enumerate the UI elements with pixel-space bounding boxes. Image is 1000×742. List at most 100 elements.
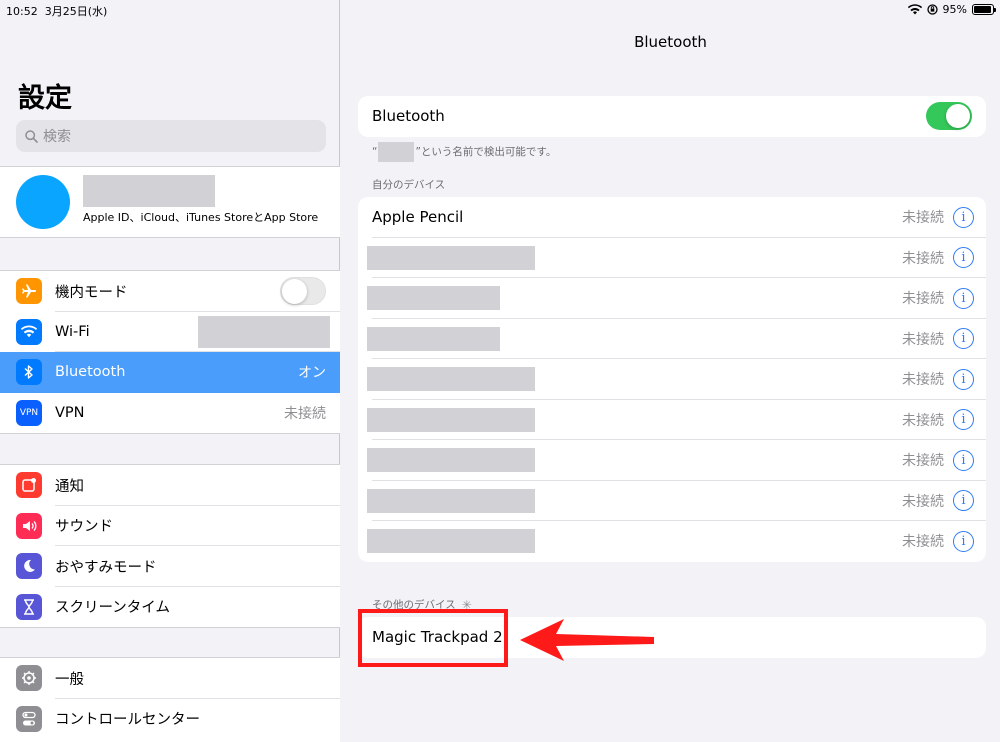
sidebar-item-label: サウンド	[55, 519, 113, 536]
device-status: 未接続	[902, 372, 944, 389]
general-group: 一般 コントロールセンター	[0, 657, 340, 742]
airplane-mode-toggle[interactable]	[280, 277, 326, 306]
hourglass-icon	[16, 593, 42, 620]
sidebar-item-label: Bluetooth	[55, 364, 126, 381]
vpn-icon: VPN	[16, 399, 42, 426]
redacted-device-name	[378, 142, 415, 162]
redacted-device-name	[367, 367, 535, 391]
redacted-device-name	[367, 448, 535, 472]
info-icon[interactable]: i	[953, 449, 974, 471]
redacted-wifi-name	[198, 315, 330, 348]
redacted-device-name	[367, 407, 535, 432]
device-row[interactable]: 未接続 i	[358, 238, 986, 278]
status-time: 10:52 3月25日(水)	[6, 5, 108, 18]
device-name: Apple Pencil	[372, 208, 464, 227]
red-arrow-icon	[520, 619, 654, 661]
device-status: 未接続	[902, 250, 944, 267]
page-title: Bluetooth	[634, 33, 707, 51]
sound-icon	[16, 512, 42, 539]
connectivity-group: 機内モード Wi-Fi Bluetooth オン VPN VPN 未接続	[0, 270, 340, 434]
sidebar-item-screen-time[interactable]: スクリーンタイム	[0, 587, 340, 628]
notifications-group: 通知 サウンド おやすみモード スクリーンタイム	[0, 464, 340, 628]
sidebar-item-label: VPN	[55, 404, 85, 421]
device-row[interactable]: 未接続 i	[358, 440, 986, 481]
wifi-icon	[16, 318, 42, 345]
sidebar-item-label: 一般	[55, 671, 84, 688]
status-bar: 10:52 3月25日(水) 95%	[0, 0, 1000, 20]
redacted-device-name	[367, 286, 500, 310]
info-icon[interactable]: i	[953, 368, 974, 390]
highlight-box	[358, 609, 508, 667]
info-icon[interactable]: i	[953, 490, 974, 512]
settings-sidebar: 設定 検索 Apple ID、iCloud、iTunes StoreとApp S…	[0, 0, 340, 742]
redacted-device-name	[367, 529, 535, 553]
info-icon[interactable]: i	[953, 247, 974, 269]
redacted-device-name	[367, 488, 535, 513]
discoverable-note: “”という名前で検出可能です。	[372, 142, 556, 162]
redacted-device-name	[367, 326, 500, 351]
sidebar-item-label: 通知	[55, 478, 84, 495]
battery-icon	[972, 4, 996, 15]
gear-icon	[16, 665, 42, 692]
sidebar-item-airplane-mode[interactable]: 機内モード	[0, 271, 340, 312]
wifi-status-icon	[907, 4, 922, 15]
info-icon[interactable]: i	[953, 409, 974, 431]
notifications-icon	[16, 472, 42, 499]
sidebar-item-notifications[interactable]: 通知	[0, 465, 340, 506]
sidebar-item-do-not-disturb[interactable]: おやすみモード	[0, 546, 340, 587]
device-status: 未接続	[902, 493, 944, 510]
bluetooth-toggle[interactable]	[926, 102, 972, 130]
redacted-device-name	[367, 245, 535, 270]
device-status: 未接続	[902, 210, 944, 227]
search-icon	[25, 129, 38, 143]
search-placeholder: 検索	[43, 129, 71, 145]
info-icon[interactable]: i	[953, 206, 974, 228]
search-input[interactable]: 検索	[16, 120, 326, 152]
my-devices-header: 自分のデバイス	[372, 179, 446, 191]
device-row[interactable]: Apple Pencil 未接続 i	[358, 197, 986, 238]
sidebar-item-label: スクリーンタイム	[55, 600, 170, 617]
device-row[interactable]: 未接続 i	[358, 319, 986, 359]
device-status: 未接続	[902, 331, 944, 348]
device-status: 未接続	[902, 534, 944, 551]
sidebar-item-label: Wi-Fi	[55, 323, 90, 340]
device-status: 未接続	[902, 453, 944, 470]
airplane-icon	[16, 278, 42, 305]
sidebar-item-general[interactable]: 一般	[0, 658, 340, 699]
rotation-lock-icon	[926, 4, 938, 15]
bluetooth-toggle-card: Bluetooth	[358, 96, 986, 137]
sidebar-item-bluetooth[interactable]: Bluetooth オン	[0, 352, 340, 393]
bluetooth-status-value: オン	[298, 365, 326, 382]
sidebar-item-label: 機内モード	[55, 284, 128, 301]
info-icon[interactable]: i	[953, 328, 974, 350]
device-status: 未接続	[902, 291, 944, 308]
status-right: 95%	[907, 3, 996, 16]
bluetooth-icon	[16, 359, 42, 386]
info-icon[interactable]: i	[953, 287, 974, 309]
sidebar-item-label: コントロールセンター	[55, 712, 200, 729]
device-status: 未接続	[902, 412, 944, 429]
apple-id-profile[interactable]: Apple ID、iCloud、iTunes StoreとApp Store	[0, 166, 340, 238]
device-row[interactable]: 未接続 i	[358, 400, 986, 440]
moon-icon	[16, 553, 42, 580]
device-row[interactable]: 未接続 i	[358, 521, 986, 562]
battery-percent: 95%	[942, 3, 967, 16]
control-center-icon	[16, 705, 42, 732]
my-devices-list: Apple Pencil 未接続 i 未接続 i 未接続 i 未接続 i 未接続 i 未接続 i 未接続 i…	[358, 197, 986, 562]
bluetooth-toggle-row: Bluetooth	[358, 96, 986, 137]
profile-subtitle: Apple ID、iCloud、iTunes StoreとApp Store	[83, 211, 319, 224]
avatar	[16, 175, 70, 229]
sidebar-item-control-center[interactable]: コントロールセンター	[0, 699, 340, 740]
vpn-status-value: 未接続	[284, 405, 326, 422]
info-icon[interactable]: i	[953, 530, 974, 552]
sidebar-item-sounds[interactable]: サウンド	[0, 506, 340, 546]
device-row[interactable]: 未接続 i	[358, 481, 986, 521]
sidebar-item-label: おやすみモード	[55, 559, 157, 576]
sidebar-item-vpn[interactable]: VPN VPN 未接続	[0, 393, 340, 434]
device-row[interactable]: 未接続 i	[358, 278, 986, 319]
bluetooth-row-label: Bluetooth	[372, 107, 445, 126]
sidebar-title: 設定	[18, 83, 72, 114]
redacted-user-name	[83, 175, 215, 207]
device-row[interactable]: 未接続 i	[358, 359, 986, 400]
sidebar-item-wifi[interactable]: Wi-Fi	[0, 312, 340, 352]
